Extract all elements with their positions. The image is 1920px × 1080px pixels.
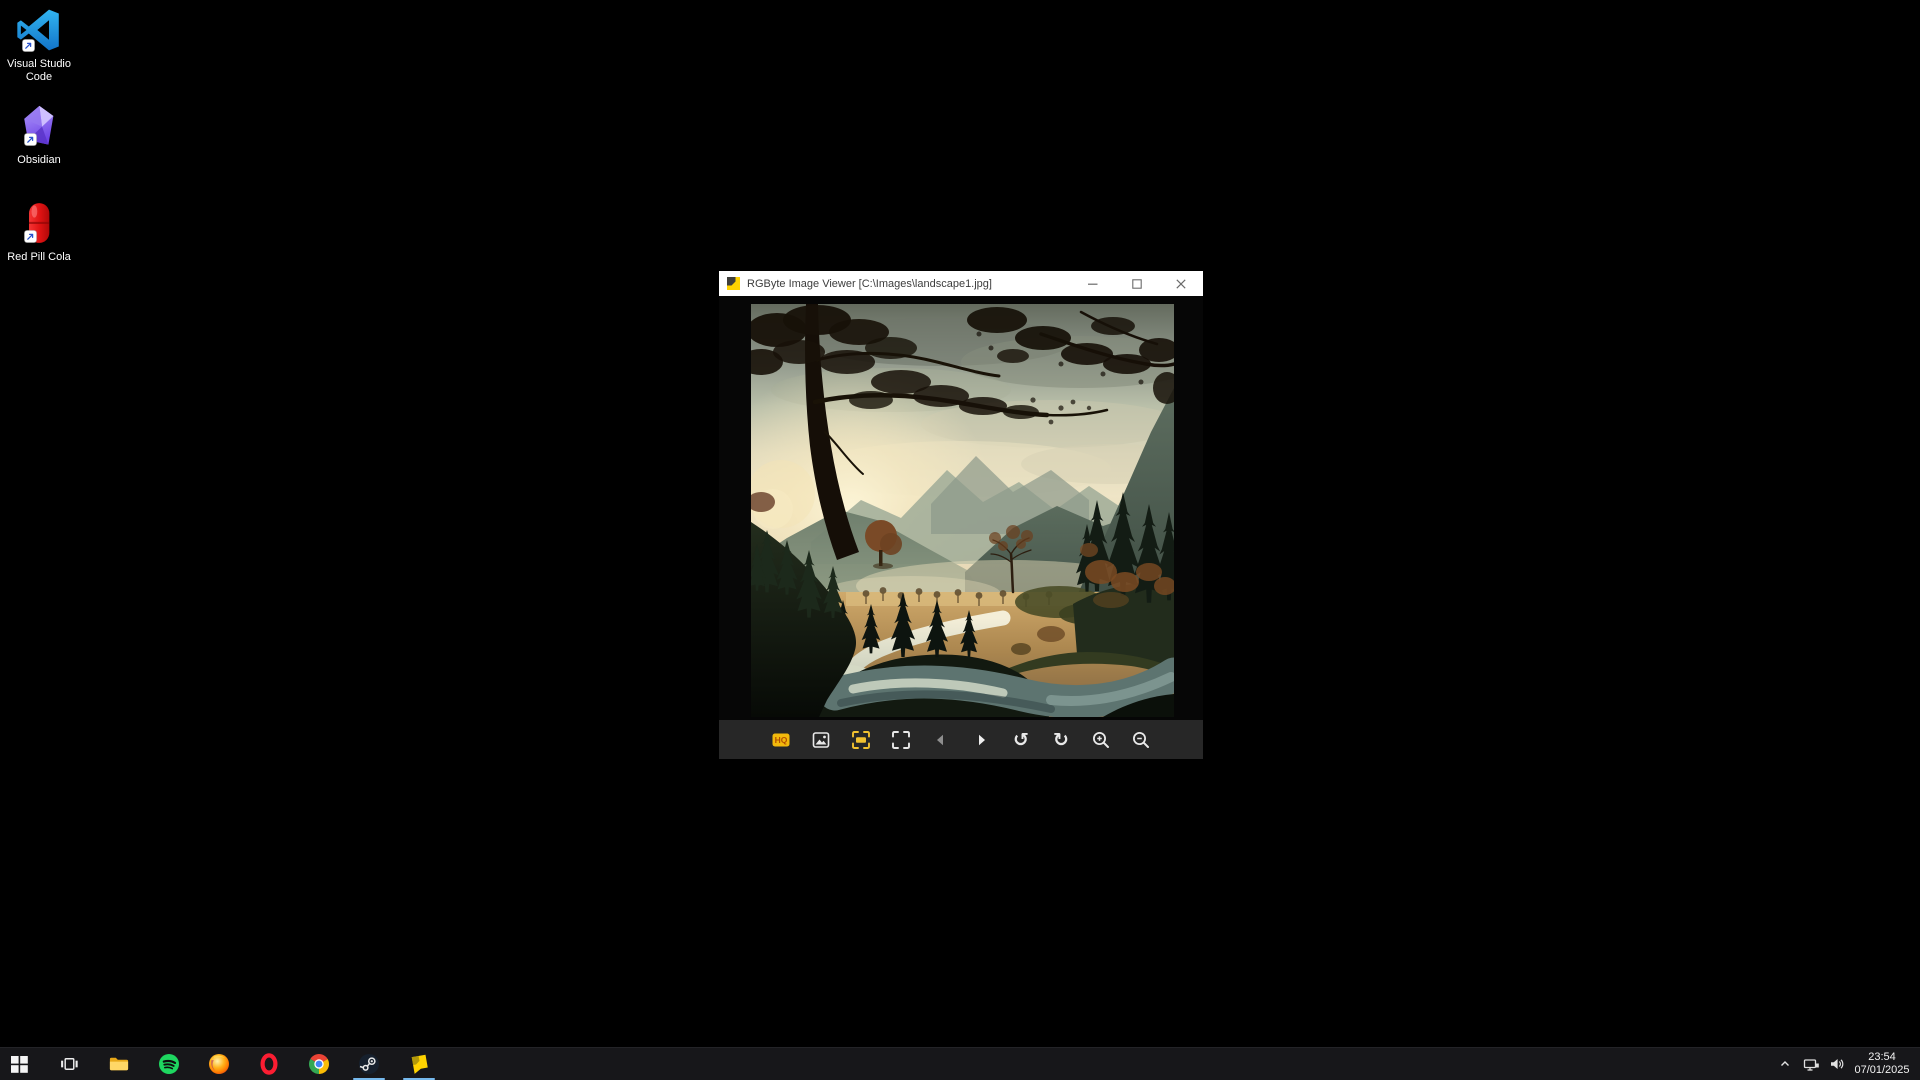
rgbyte-app-icon xyxy=(726,276,741,291)
file-explorer-icon xyxy=(108,1053,130,1075)
taskbar-icon-opera[interactable] xyxy=(250,1048,288,1080)
rotate-ccw-button[interactable]: ↺ xyxy=(1009,728,1033,752)
taskbar-icon-firefox[interactable] xyxy=(200,1048,238,1080)
window-title: RGByte Image Viewer [C:\Images\landscape… xyxy=(747,278,1071,290)
vscode-icon xyxy=(14,5,64,55)
firefox-icon xyxy=(207,1052,231,1076)
opera-icon xyxy=(257,1052,281,1076)
viewer-toolbar: HQ xyxy=(719,720,1203,759)
rgbyte-viewer-icon xyxy=(406,1051,431,1076)
image-preview-button[interactable] xyxy=(809,728,833,752)
fullscreen-button[interactable] xyxy=(889,728,913,752)
clock-date: 07/01/2025 xyxy=(1854,1064,1909,1076)
start-button[interactable] xyxy=(0,1048,38,1080)
rotate-cw-icon: ↻ xyxy=(1053,728,1069,752)
windows-logo-icon xyxy=(11,1056,28,1073)
desktop-icon-label: Red Pill Cola xyxy=(0,251,78,264)
next-image-button[interactable] xyxy=(969,728,993,752)
system-tray: 23:54 07/01/2025 xyxy=(1772,1048,1920,1080)
task-view-button[interactable] xyxy=(50,1048,88,1080)
hidden-icons-chevron[interactable] xyxy=(1772,1048,1798,1080)
shortcut-arrow-badge xyxy=(24,230,37,248)
svg-text:HQ: HQ xyxy=(775,735,788,745)
photo-container xyxy=(751,304,1174,717)
shortcut-arrow-badge xyxy=(22,39,35,57)
zoom-in-button[interactable] xyxy=(1089,728,1113,752)
window-titlebar[interactable]: RGByte Image Viewer [C:\Images\landscape… xyxy=(719,271,1203,296)
image-viewer-window: RGByte Image Viewer [C:\Images\landscape… xyxy=(719,271,1203,759)
taskbar-icon-spotify[interactable] xyxy=(150,1048,188,1080)
fit-to-window-button[interactable] xyxy=(849,728,873,752)
desktop-icon-label: Visual Studio Code xyxy=(0,58,78,84)
spotify-icon xyxy=(157,1052,181,1076)
volume-icon[interactable] xyxy=(1824,1048,1850,1080)
maximize-button[interactable] xyxy=(1115,271,1159,296)
obsidian-icon xyxy=(16,103,62,149)
clock-time: 23:54 xyxy=(1868,1051,1896,1063)
taskbar-icon-rgbyte-viewer[interactable] xyxy=(400,1048,438,1080)
desktop-icon-label: Obsidian xyxy=(0,154,78,167)
previous-image-button[interactable] xyxy=(929,728,953,752)
desktop-icon-redpill[interactable]: Red Pill Cola xyxy=(0,200,78,264)
taskbar-icon-chrome[interactable] xyxy=(300,1048,338,1080)
rotate-cw-button[interactable]: ↻ xyxy=(1049,728,1073,752)
desktop[interactable]: Visual Studio Code Obsidian xyxy=(0,0,1920,1080)
viewer-canvas[interactable] xyxy=(719,296,1203,720)
taskbar-icon-file-explorer[interactable] xyxy=(100,1048,138,1080)
desktop-icon-vscode[interactable]: Visual Studio Code xyxy=(0,5,78,84)
taskbar-clock[interactable]: 23:54 07/01/2025 xyxy=(1850,1051,1920,1077)
close-button[interactable] xyxy=(1159,271,1203,296)
red-pill-icon xyxy=(16,200,62,246)
zoom-out-button[interactable] xyxy=(1129,728,1153,752)
landscape-photo xyxy=(751,304,1174,717)
taskbar-icon-steam[interactable] xyxy=(350,1048,388,1080)
shortcut-arrow-badge xyxy=(24,133,37,151)
taskbar: 23:54 07/01/2025 xyxy=(0,1047,1920,1080)
desktop-icon-obsidian[interactable]: Obsidian xyxy=(0,103,78,167)
steam-icon xyxy=(357,1052,381,1076)
network-icon[interactable] xyxy=(1798,1048,1824,1080)
task-view-icon xyxy=(59,1054,79,1074)
minimize-button[interactable] xyxy=(1071,271,1115,296)
rotate-ccw-icon: ↺ xyxy=(1013,728,1029,752)
chrome-icon xyxy=(307,1052,331,1076)
hq-toggle-button[interactable]: HQ xyxy=(769,728,793,752)
